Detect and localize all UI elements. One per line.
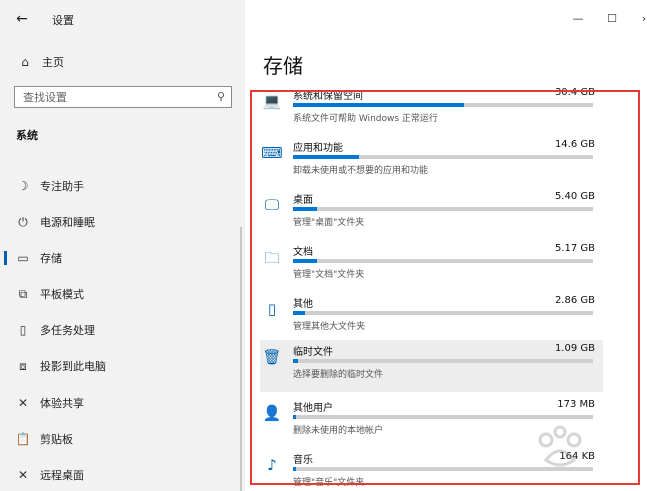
search-icon[interactable]: ⚲ bbox=[217, 90, 225, 103]
close-button[interactable]: › bbox=[636, 12, 647, 25]
shared-experiences-icon: ✕ bbox=[17, 396, 29, 410]
minimize-button[interactable]: — bbox=[570, 12, 586, 25]
tablet-icon: ⧉ bbox=[18, 286, 28, 301]
sidebar-item-home[interactable]: ⌂ 主页 bbox=[0, 50, 245, 74]
storage-icon: ▭ bbox=[17, 251, 29, 265]
power-icon: ⏻ bbox=[18, 214, 28, 229]
sidebar-item-tablet-mode[interactable]: ⧉ 平板模式 bbox=[0, 282, 245, 306]
sidebar-item-focus-assist[interactable]: ☽ 专注助手 bbox=[0, 174, 245, 198]
sidebar-item-multitasking[interactable]: ▯ 多任务处理 bbox=[0, 318, 245, 342]
sidebar: ← 设置 ⌂ 主页 ⚲ 系统 ☽ 专注助手 ⏻ 电源和睡眠 ▭ 存储 ⧉ 平板模… bbox=[0, 0, 245, 491]
search-input[interactable] bbox=[23, 90, 203, 104]
sidebar-item-label: 远程桌面 bbox=[40, 469, 84, 482]
maximize-button[interactable]: ☐ bbox=[604, 12, 620, 25]
sidebar-item-project-to-pc[interactable]: ⧈ 投影到此电脑 bbox=[0, 354, 245, 378]
sidebar-item-label: 投影到此电脑 bbox=[40, 360, 106, 373]
watermark-logo bbox=[538, 425, 582, 467]
search-field[interactable]: ⚲ bbox=[14, 86, 232, 108]
sidebar-item-power-sleep[interactable]: ⏻ 电源和睡眠 bbox=[0, 210, 245, 234]
home-icon: ⌂ bbox=[21, 55, 29, 69]
app-title: 设置 bbox=[52, 14, 74, 27]
sidebar-item-label: 剪贴板 bbox=[40, 433, 73, 446]
sidebar-item-label: 体验共享 bbox=[40, 397, 84, 410]
sidebar-item-label: 存储 bbox=[40, 252, 62, 265]
sidebar-item-label: 主页 bbox=[42, 56, 64, 69]
clipboard-icon: 📋 bbox=[15, 432, 31, 446]
sidebar-item-remote-desktop[interactable]: ✕ 远程桌面 bbox=[0, 463, 245, 487]
sidebar-item-clipboard[interactable]: 📋 剪贴板 bbox=[0, 427, 245, 451]
sidebar-item-storage[interactable]: ▭ 存储 bbox=[0, 246, 245, 270]
moon-icon: ☽ bbox=[17, 179, 29, 193]
section-heading: 系统 bbox=[16, 129, 38, 142]
sidebar-item-label: 多任务处理 bbox=[40, 324, 95, 337]
sidebar-scrollbar[interactable] bbox=[240, 227, 242, 491]
sidebar-item-label: 专注助手 bbox=[40, 180, 84, 193]
sidebar-item-label: 电源和睡眠 bbox=[40, 216, 95, 229]
multitask-icon: ▯ bbox=[19, 323, 27, 337]
remote-desktop-icon: ✕ bbox=[17, 468, 29, 482]
sidebar-item-shared-experiences[interactable]: ✕ 体验共享 bbox=[0, 391, 245, 415]
titlebar-left: ← 设置 bbox=[0, 0, 245, 38]
project-icon: ⧈ bbox=[19, 358, 27, 373]
page-title: 存储 bbox=[263, 54, 303, 78]
back-arrow-icon[interactable]: ← bbox=[12, 9, 32, 29]
sidebar-item-label: 平板模式 bbox=[40, 288, 84, 301]
